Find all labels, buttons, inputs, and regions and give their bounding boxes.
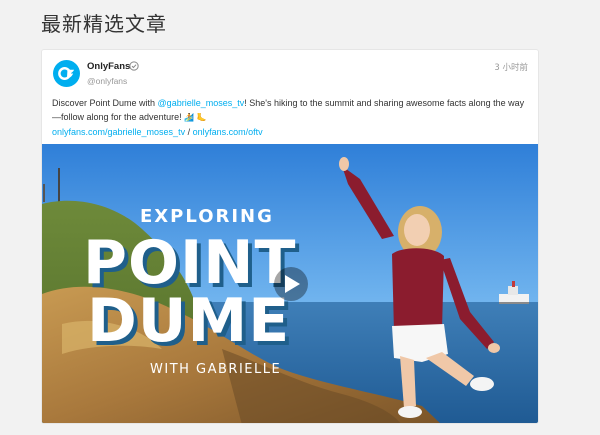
thumbnail-text-with-gabrielle: WITH GABRIELLE: [150, 362, 281, 377]
thumbnail-text-dume: DUME: [87, 286, 290, 356]
post-timestamp: 3 小时前: [494, 63, 528, 73]
video-thumbnail[interactable]: EXPLORING POINT POINT DUME DUME WITH GAB…: [42, 144, 538, 423]
post-header: OnlyFans @onlyfans 3 小时前: [42, 50, 538, 95]
verified-icon: [129, 61, 139, 71]
post-emojis: 🏄 🦶: [184, 113, 207, 122]
play-icon[interactable]: [274, 267, 308, 301]
avatar[interactable]: [53, 60, 80, 87]
post-card[interactable]: OnlyFans @onlyfans 3 小时前 Discover Point …: [41, 49, 539, 424]
account-name[interactable]: OnlyFans: [87, 61, 130, 72]
antenna-pole: [43, 184, 45, 202]
link-separator: /: [185, 127, 193, 137]
account-handle[interactable]: @onlyfans: [87, 76, 127, 86]
post-text-part: Discover Point Dume with: [52, 98, 158, 108]
section-title: 最新精选文章: [41, 12, 167, 36]
onlyfans-logo-icon: [58, 67, 75, 80]
oftv-link[interactable]: onlyfans.com/oftv: [193, 127, 263, 137]
mention-link[interactable]: @gabrielle_moses_tv: [158, 98, 245, 108]
antenna-pole: [58, 168, 60, 204]
creator-profile-link[interactable]: onlyfans.com/gabrielle_moses_tv: [52, 127, 185, 137]
post-body: Discover Point Dume with @gabrielle_mose…: [52, 96, 532, 139]
thumbnail-text-exploring: EXPLORING: [140, 206, 274, 227]
